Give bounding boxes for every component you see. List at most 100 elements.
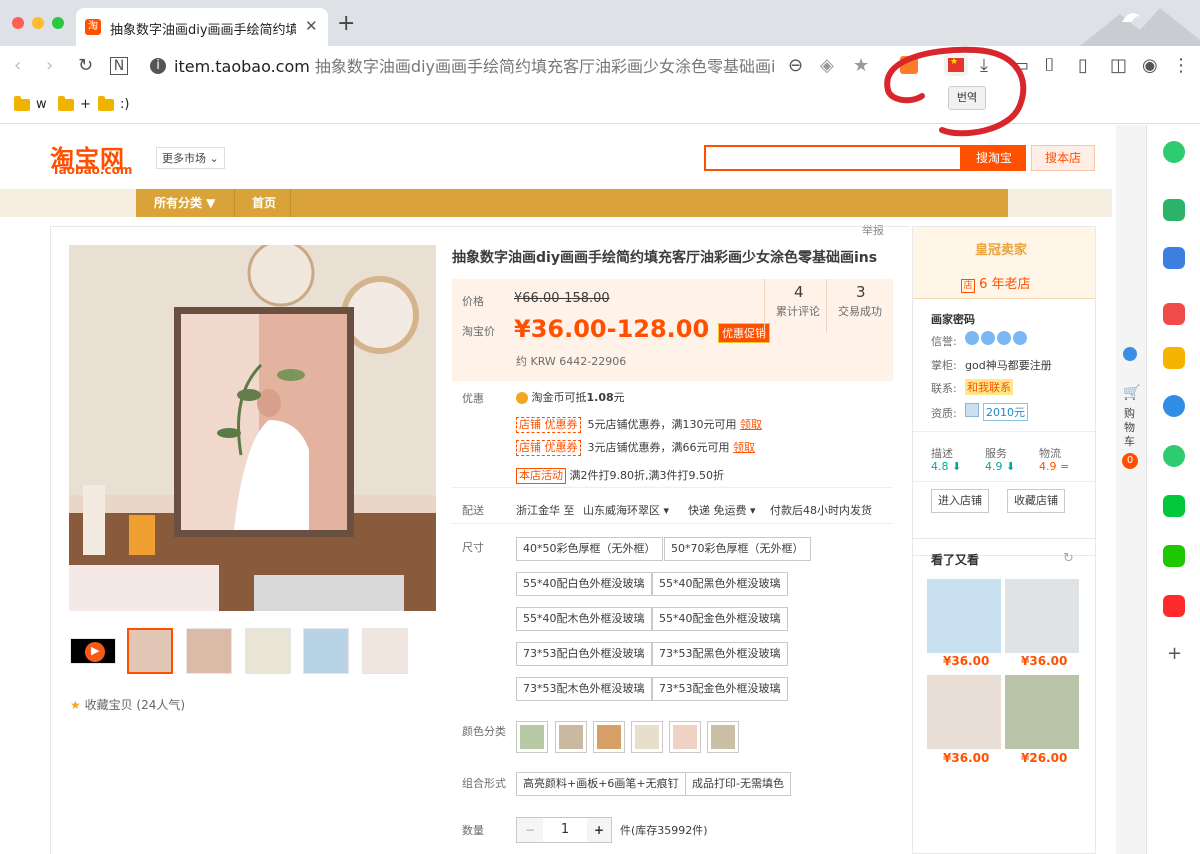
color-swatch[interactable]	[516, 721, 548, 753]
search-taobao-button[interactable]: 搜淘宝	[962, 145, 1026, 171]
claim-coupon-1-link[interactable]: 领取	[740, 418, 762, 431]
ship-method-dropdown[interactable]: 快递 免运费 ▾	[688, 502, 756, 518]
thumbnail-4[interactable]	[303, 628, 349, 674]
increase-button[interactable]: +	[587, 818, 611, 842]
profile-icon[interactable]: ◉	[1142, 56, 1158, 76]
logistics-score-label: 物流	[1039, 447, 1061, 460]
color-swatch[interactable]	[593, 721, 625, 753]
minimize-window-button[interactable]	[32, 17, 44, 29]
caret-down-icon: ▾	[663, 504, 670, 517]
whale-space-icon[interactable]	[1163, 141, 1185, 163]
recommended-item-image[interactable]	[927, 675, 1001, 749]
browser-tab[interactable]: 淘 抽象数字油画diy画画手绘简约填充客厅油彩画少女涂色零基础画ins-淘宝网 …	[76, 8, 328, 46]
size-option[interactable]: 55*40配金色外框没玻璃	[652, 607, 788, 631]
taobao-logo-en: Taobao.com	[52, 163, 133, 177]
service-score-label: 服务	[985, 447, 1007, 460]
close-window-button[interactable]	[12, 17, 24, 29]
papago-icon[interactable]	[1163, 395, 1185, 417]
reload-icon[interactable]: ↻	[78, 56, 93, 76]
recommended-item-image[interactable]	[1005, 675, 1079, 749]
nav-home[interactable]: 首页	[252, 189, 276, 217]
thumbnail-2[interactable]	[186, 628, 232, 674]
coin-icon	[516, 392, 528, 404]
helper-icon[interactable]	[1123, 347, 1137, 361]
color-swatch[interactable]	[631, 721, 663, 753]
bookmark-folder-w[interactable]: w	[14, 95, 47, 112]
color-swatch[interactable]	[669, 721, 701, 753]
add-sidebar-icon[interactable]: +	[1167, 643, 1182, 664]
category-navbar: 所有分类 ▼ 首页	[0, 189, 1112, 217]
search-shop-button[interactable]: 搜本店	[1031, 145, 1095, 171]
shop-name[interactable]: 画家密码	[931, 311, 975, 327]
video-thumbnail[interactable]: ▶	[70, 638, 116, 664]
star-icon: ★	[70, 698, 81, 712]
collect-shop-button[interactable]: 收藏店铺	[1007, 489, 1065, 513]
favorite-item[interactable]: ★ 收藏宝贝 (24人气)	[70, 696, 185, 713]
combo-option[interactable]: 成品打印-无需填色	[685, 772, 791, 796]
see-also-title: 看了又看	[931, 553, 980, 567]
back-arrow-icon[interactable]: ‹	[14, 56, 21, 76]
notion-icon[interactable]: N	[110, 57, 128, 75]
naver-icon[interactable]	[1163, 545, 1185, 567]
color-swatch[interactable]	[555, 721, 587, 753]
size-label: 尺寸	[462, 541, 484, 554]
contact-seller-button[interactable]: 和我联系	[965, 379, 1013, 395]
claim-coupon-2-link[interactable]: 领取	[733, 441, 755, 454]
size-option[interactable]: 73*53配金色外框没玻璃	[652, 677, 788, 701]
zoom-icon[interactable]: ⊖	[788, 56, 803, 76]
recommended-price: ¥26.00	[1021, 751, 1068, 765]
bookmark-folder-smile[interactable]: :)	[98, 95, 129, 112]
maximize-window-button[interactable]	[52, 17, 64, 29]
new-tab-button[interactable]: +	[337, 13, 355, 35]
close-tab-icon[interactable]: ✕	[305, 17, 318, 35]
reader-icon[interactable]: ▯	[1078, 56, 1088, 76]
enter-shop-button[interactable]: 进入店铺	[931, 489, 989, 513]
taojinbi-line: 淘金币可抵1.08元	[516, 389, 625, 405]
nav-all-categories[interactable]: 所有分类 ▼	[154, 189, 215, 217]
member-since: 2010元	[983, 403, 1028, 421]
more-markets-dropdown[interactable]: 更多市场 ⌄	[156, 147, 225, 169]
refresh-icon[interactable]: ↻	[1063, 551, 1074, 566]
thumbnail-1[interactable]	[127, 628, 173, 674]
webtoon-icon[interactable]	[1163, 495, 1185, 517]
thumbnail-5[interactable]	[362, 628, 408, 674]
size-option[interactable]: 55*40配白色外框没玻璃	[516, 572, 652, 596]
pocket-sidebar-icon[interactable]	[1163, 303, 1185, 325]
favorites-icon[interactable]	[1163, 347, 1185, 369]
forward-arrow-icon[interactable]: ›	[46, 56, 53, 76]
search-input[interactable]	[704, 145, 962, 171]
color-swatch[interactable]	[707, 721, 739, 753]
caret-down-icon: ▾	[750, 504, 756, 517]
decrease-button[interactable]: −	[517, 818, 543, 842]
recommended-item-image[interactable]	[927, 579, 1001, 653]
notification-icon[interactable]	[1163, 199, 1185, 221]
sidebar-toggle-icon[interactable]: ◫	[1110, 56, 1127, 76]
toolbox-icon[interactable]	[1163, 247, 1185, 269]
size-option[interactable]: 55*40配黑色外框没玻璃	[652, 572, 788, 596]
cart-icon[interactable]: 🛒	[1123, 385, 1140, 401]
address-bar[interactable]: item.taobao.com 抽象数字油画diy画画手绘简约填充客厅油彩画少女…	[174, 55, 776, 79]
product-main-image[interactable]	[69, 245, 436, 611]
bookmark-folder-plus[interactable]: +	[58, 95, 91, 112]
camera-icon[interactable]: ⌷	[1044, 56, 1055, 76]
ship-to-dropdown[interactable]: 山东威海环翠区 ▾	[583, 502, 669, 518]
size-option[interactable]: 73*53配黑色外框没玻璃	[652, 642, 788, 666]
now-icon[interactable]	[1163, 595, 1185, 617]
menu-icon[interactable]: ⋮	[1172, 56, 1190, 76]
reviews-label[interactable]: 累计评论	[776, 303, 820, 319]
cart-label[interactable]: 购物车	[1124, 407, 1138, 449]
pocket-icon[interactable]: ◈	[820, 56, 834, 76]
site-info-icon[interactable]: i	[150, 58, 166, 74]
size-option[interactable]: 73*53配白色外框没玻璃	[516, 642, 652, 666]
thumbnail-3[interactable]	[245, 628, 291, 674]
size-option[interactable]: 55*40配木色外框没玻璃	[516, 607, 652, 631]
bookmark-star-icon[interactable]: ★	[853, 56, 869, 76]
recommended-item-image[interactable]	[1005, 579, 1079, 653]
quantity-input[interactable]: 1	[543, 818, 587, 842]
player-icon[interactable]	[1163, 445, 1185, 467]
url-host: item.taobao.com	[174, 57, 310, 76]
combo-option[interactable]: 高亮颜料+画板+6画笔+无痕钉	[516, 772, 686, 796]
size-option[interactable]: 73*53配木色外框没玻璃	[516, 677, 652, 701]
size-option[interactable]: 50*70彩色厚框（无外框）	[664, 537, 811, 561]
size-option[interactable]: 40*50彩色厚框（无外框）	[516, 537, 663, 561]
